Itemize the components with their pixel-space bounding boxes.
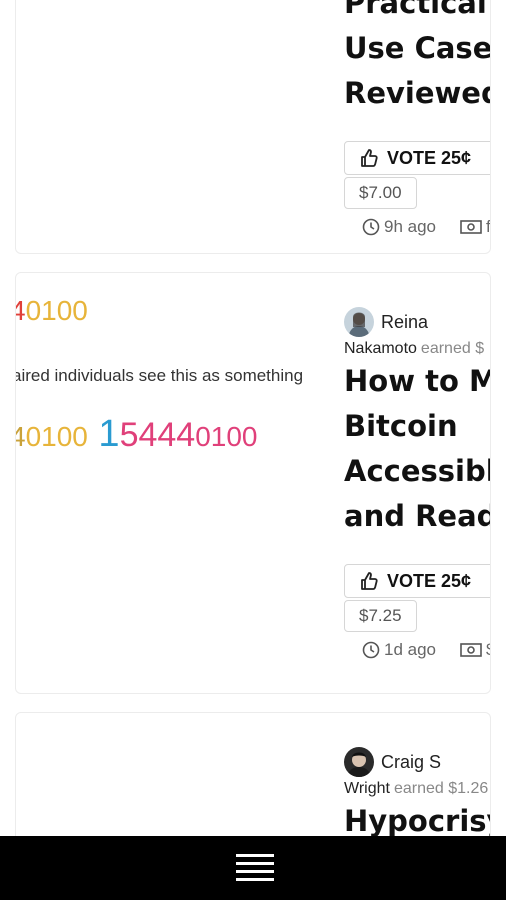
thumbnail-number: 40100 [16, 295, 88, 326]
post-title[interactable]: Practical Use Cases Reviewed [344, 0, 491, 116]
money-icon [460, 643, 482, 657]
author-name[interactable]: Reina [381, 312, 428, 333]
vote-label: VOTE 25¢ [387, 570, 472, 591]
post-title-line: Practical [344, 0, 487, 20]
post-meta: 1d ago $2 [362, 640, 490, 660]
hamburger-menu-icon[interactable] [236, 854, 276, 886]
author-name[interactable]: Craig S [381, 752, 441, 773]
author-name[interactable]: Nakamoto [344, 340, 417, 357]
thumbnail-number: 40100 154440100 [16, 413, 258, 455]
post-earnings: $2 [486, 640, 490, 660]
post-time: 1d ago [384, 640, 436, 659]
vote-amount: $7.00 [344, 177, 417, 209]
clock-icon [362, 641, 380, 659]
post-meta: 9h ago fr [362, 217, 491, 237]
vote-amount: $7.25 [344, 600, 417, 632]
post-thumbnail[interactable]: 40100 aired individuals see this as some… [16, 273, 321, 693]
thumbnail-caption: aired individuals see this as something [16, 366, 304, 385]
vote-label: VOTE 25¢ [387, 147, 472, 168]
post-card[interactable]: Practical Use Cases Reviewed VOTE 25¢ $7… [15, 0, 491, 254]
post-earnings: fr [486, 217, 491, 236]
vote-button[interactable]: VOTE 25¢ [344, 141, 490, 175]
post-title[interactable]: How to Mak Bitcoin Accessible and Readab [344, 359, 490, 539]
post-time: 9h ago [384, 217, 436, 236]
thumbs-up-icon [361, 572, 378, 590]
post-card[interactable]: 40100 aired individuals see this as some… [15, 272, 491, 694]
author-earnings: earned $1.26 [393, 780, 489, 797]
bottom-nav-bar [0, 836, 506, 900]
post-title-line: Accessible [344, 454, 490, 488]
money-icon [460, 220, 482, 234]
author-name[interactable]: Wright [344, 780, 390, 797]
avatar[interactable] [344, 307, 374, 337]
post-thumbnail[interactable] [16, 0, 321, 253]
author[interactable]: Reina [344, 307, 490, 337]
post-title-line: and Readab [344, 499, 490, 533]
post-title-line: Reviewed [344, 76, 491, 110]
author[interactable]: Craig S [344, 747, 490, 777]
post-title-line: How to Mak [344, 364, 490, 398]
clock-icon [362, 218, 380, 236]
vote-button[interactable]: VOTE 25¢ [344, 564, 490, 598]
post-title-line: Bitcoin [344, 409, 458, 443]
avatar[interactable] [344, 747, 374, 777]
post-title-line: Use Cases [344, 31, 491, 65]
thumbs-up-icon [361, 149, 378, 167]
author-earnings: earned $ [420, 340, 485, 357]
